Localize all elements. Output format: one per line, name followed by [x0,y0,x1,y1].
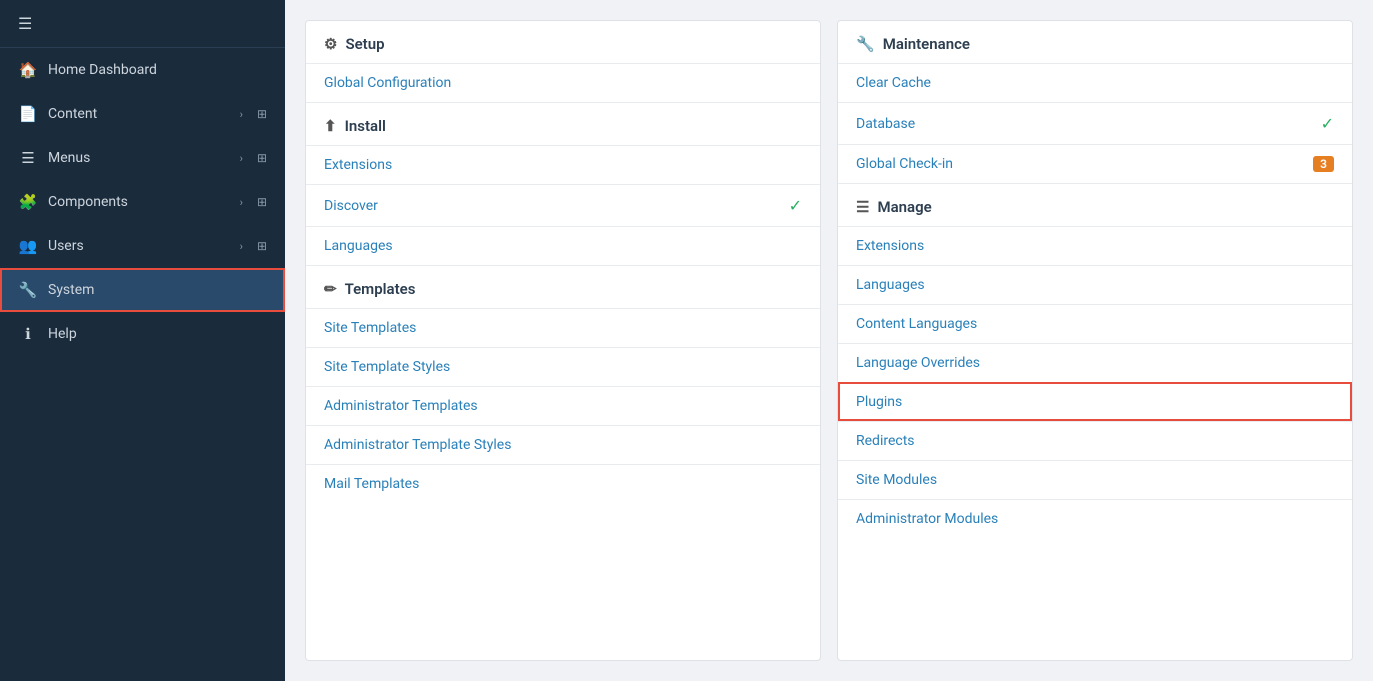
grid-icon: ⊞ [257,195,267,209]
chevron-right-icon: › [240,108,243,121]
sidebar-item-label-system: System [48,282,267,298]
link-redirects[interactable]: Redirects [838,421,1352,460]
link-label-mail-templates: Mail Templates [324,476,419,492]
link-administrator-template-styles[interactable]: Administrator Template Styles [306,425,820,464]
section-templates: ✏ Templates Site Templates Site Template St… [306,266,820,503]
link-label-site-template-styles: Site Template Styles [324,359,450,375]
link-languages[interactable]: Languages [306,226,820,265]
menus-icon: ☰ [18,149,38,167]
chevron-right-icon: › [240,240,243,253]
link-extensions-install[interactable]: Extensions [306,145,820,184]
toggle-menu-button[interactable]: ☰ [0,0,285,48]
link-site-template-styles[interactable]: Site Template Styles [306,347,820,386]
link-label-extensions-manage: Extensions [856,238,924,254]
link-label-administrator-templates: Administrator Templates [324,398,478,414]
link-languages-manage[interactable]: Languages [838,265,1352,304]
help-icon: ℹ [18,325,38,343]
left-panel: ⚙ Setup Global Configuration ⬆ Install Extens… [305,20,821,661]
system-icon: 🔧 [18,281,38,299]
link-label-administrator-template-styles: Administrator Template Styles [324,437,511,453]
link-label-global-check-in: Global Check-in [856,156,953,172]
link-label-database: Database [856,116,915,132]
section-title-manage: Manage [877,198,931,216]
badge: 3 [1313,156,1334,172]
templates-header-icon: ✏ [324,280,337,298]
section-maintenance: 🔧 Maintenance Clear Cache Database ✓ Global C… [838,21,1352,184]
grid-icon: ⊞ [257,151,267,165]
link-label-global-configuration: Global Configuration [324,75,451,91]
section-setup: ⚙ Setup Global Configuration [306,21,820,103]
sidebar-item-users[interactable]: 👥 Users › ⊞ [0,224,285,268]
sidebar-item-content[interactable]: 📄 Content › ⊞ [0,92,285,136]
section-header-install: ⬆ Install [306,103,820,145]
link-language-overrides[interactable]: Language Overrides [838,343,1352,382]
sidebar-item-menus[interactable]: ☰ Menus › ⊞ [0,136,285,180]
link-site-modules[interactable]: Site Modules [838,460,1352,499]
link-label-clear-cache: Clear Cache [856,75,931,91]
link-mail-templates[interactable]: Mail Templates [306,464,820,503]
users-icon: 👥 [18,237,38,255]
link-label-site-modules: Site Modules [856,472,937,488]
link-database[interactable]: Database ✓ [838,102,1352,144]
link-label-administrator-modules: Administrator Modules [856,511,998,527]
link-label-extensions-install: Extensions [324,157,392,173]
toggle-icon: ☰ [18,14,32,33]
sidebar-item-home-dashboard[interactable]: 🏠 Home Dashboard [0,48,285,92]
maintenance-header-icon: 🔧 [856,35,875,53]
link-administrator-templates[interactable]: Administrator Templates [306,386,820,425]
sidebar-nav: 🏠 Home Dashboard 📄 Content › ⊞ ☰ Menus › ⊞ 🧩 Compon… [0,48,285,356]
link-plugins[interactable]: Plugins [838,382,1352,421]
section-title-maintenance: Maintenance [883,35,970,53]
link-label-plugins: Plugins [856,394,902,410]
setup-header-icon: ⚙ [324,35,337,53]
link-label-languages-manage: Languages [856,277,925,293]
link-label-language-overrides: Language Overrides [856,355,980,371]
section-header-setup: ⚙ Setup [306,21,820,63]
link-administrator-modules[interactable]: Administrator Modules [838,499,1352,538]
main-content: ⚙ Setup Global Configuration ⬆ Install Extens… [285,0,1373,681]
sidebar-item-components[interactable]: 🧩 Components › ⊞ [0,180,285,224]
link-extensions-manage[interactable]: Extensions [838,226,1352,265]
link-label-redirects: Redirects [856,433,915,449]
link-label-languages: Languages [324,238,393,254]
home-dashboard-icon: 🏠 [18,61,38,79]
sidebar-item-label-components: Components [48,194,230,210]
link-label-site-templates: Site Templates [324,320,416,336]
sidebar-item-label-home-dashboard: Home Dashboard [48,62,267,78]
link-clear-cache[interactable]: Clear Cache [838,63,1352,102]
section-install: ⬆ Install Extensions Discover ✓ Languages [306,103,820,266]
link-global-check-in[interactable]: Global Check-in 3 [838,144,1352,183]
sidebar-item-system[interactable]: 🔧 System [0,268,285,312]
chevron-right-icon: › [240,152,243,165]
link-content-languages[interactable]: Content Languages [838,304,1352,343]
check-icon: ✓ [1321,114,1334,133]
install-header-icon: ⬆ [324,117,337,135]
section-header-maintenance: 🔧 Maintenance [838,21,1352,63]
section-title-templates: Templates [345,280,416,298]
section-title-install: Install [345,117,386,135]
link-label-content-languages: Content Languages [856,316,977,332]
grid-icon: ⊞ [257,239,267,253]
sidebar-item-label-menus: Menus [48,150,230,166]
sidebar-item-label-users: Users [48,238,230,254]
content-icon: 📄 [18,105,38,123]
chevron-right-icon: › [240,196,243,209]
sidebar-item-help[interactable]: ℹ Help [0,312,285,356]
right-panel: 🔧 Maintenance Clear Cache Database ✓ Global C… [837,20,1353,661]
link-global-configuration[interactable]: Global Configuration [306,63,820,102]
link-site-templates[interactable]: Site Templates [306,308,820,347]
link-label-discover: Discover [324,198,378,214]
section-title-setup: Setup [345,35,384,53]
sidebar: ☰ 🏠 Home Dashboard 📄 Content › ⊞ ☰ Menus › ⊞ 🧩 Comp… [0,0,285,681]
components-icon: 🧩 [18,193,38,211]
section-header-templates: ✏ Templates [306,266,820,308]
grid-icon: ⊞ [257,107,267,121]
sidebar-item-label-help: Help [48,326,267,342]
link-discover[interactable]: Discover ✓ [306,184,820,226]
manage-header-icon: ☰ [856,198,869,216]
check-icon: ✓ [789,196,802,215]
sidebar-item-label-content: Content [48,106,230,122]
section-manage: ☰ Manage Extensions Languages Content Langua… [838,184,1352,538]
section-header-manage: ☰ Manage [838,184,1352,226]
